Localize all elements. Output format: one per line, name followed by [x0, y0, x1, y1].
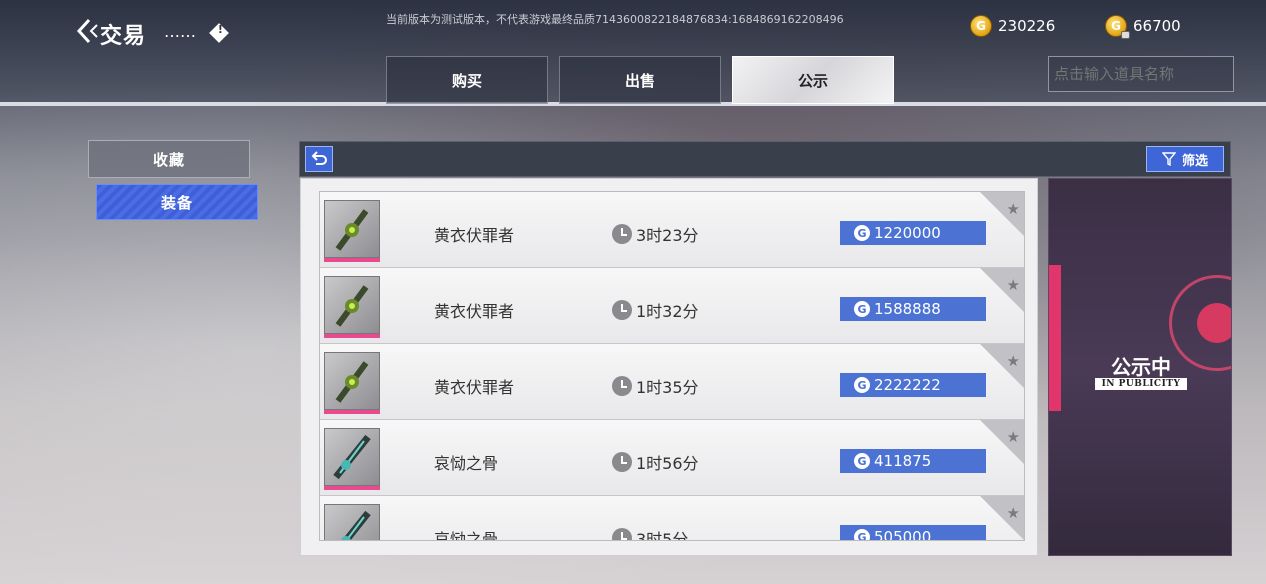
time-remaining: 1时32分 — [612, 298, 699, 322]
item-name: 哀恸之骨 — [434, 454, 499, 473]
sidebar-item-label: 收藏 — [152, 150, 185, 169]
return-button[interactable] — [305, 146, 333, 172]
publicity-panel: 公示中 IN PUBLICITY — [1048, 178, 1232, 556]
star-icon[interactable]: ★ — [1007, 276, 1020, 294]
time-remaining-value: 1时56分 — [636, 454, 699, 473]
clock-icon — [612, 452, 632, 472]
item-name: 黄衣伏罪者 — [434, 302, 515, 321]
item-name: 黄衣伏罪者 — [434, 226, 515, 245]
currency-secondary: G 66700 — [1105, 15, 1181, 39]
listing-row[interactable]: 哀恸之骨 1时56分 G 411875 ★ — [320, 420, 1024, 496]
price-value: 505000 — [874, 528, 932, 541]
clock-icon — [612, 300, 632, 320]
publicity-title: 公示中 — [1111, 355, 1171, 379]
sidebar-item-equipment[interactable]: 装备 — [96, 184, 258, 220]
tab-buy-label: 购买 — [451, 71, 482, 90]
locked-coin-icon: G — [1105, 15, 1130, 39]
page-title: 交易 — [100, 23, 147, 49]
search-input[interactable] — [1048, 56, 1234, 92]
item-thumbnail — [324, 428, 380, 486]
item-thumbnail — [324, 200, 380, 258]
item-thumbnail — [324, 276, 380, 334]
currency-primary-value: 230226 — [998, 17, 1056, 35]
currency-icon: G — [854, 301, 870, 317]
rarity-bar — [324, 486, 380, 490]
time-remaining: 1时35分 — [612, 374, 699, 398]
star-icon[interactable]: ★ — [1007, 428, 1020, 446]
star-icon[interactable]: ★ — [1007, 352, 1020, 370]
filter-button[interactable]: 筛选 — [1146, 146, 1224, 172]
tab-sell[interactable]: 出售 — [559, 56, 721, 104]
top-bar: 交易 …… 当前版本为测试版本，不代表游戏最终品质714360082218487… — [0, 0, 1266, 106]
price-tag: G 505000 — [840, 525, 986, 541]
item-thumbnail — [324, 352, 380, 410]
listing-row[interactable]: 哀恸之骨 3时5分 G 505000 ★ — [320, 496, 1024, 541]
currency-primary: G 230226 — [970, 15, 1055, 37]
filter-icon — [1161, 152, 1176, 166]
price-tag: G 1220000 — [840, 221, 986, 245]
listing-panel: 黄衣伏罪者 3时23分 G 1220000 ★ 黄衣伏罪者 1时32分 G 15… — [300, 178, 1038, 556]
time-remaining: 3时5分 — [612, 526, 689, 541]
tab-publicity[interactable]: 公示 — [732, 56, 894, 104]
filter-label: 筛选 — [1181, 153, 1208, 169]
version-note: 当前版本为测试版本，不代表游戏最终品质7143600822184876834:1… — [386, 13, 844, 26]
time-remaining-value: 3时23分 — [636, 226, 699, 245]
info-diamond-icon[interactable] — [209, 23, 229, 43]
time-remaining-value: 3时5分 — [636, 530, 689, 541]
listing-row[interactable]: 黄衣伏罪者 1时35分 G 2222222 ★ — [320, 344, 1024, 420]
price-tag: G 411875 — [840, 449, 986, 473]
star-icon[interactable]: ★ — [1007, 200, 1020, 218]
currency-icon: G — [854, 377, 870, 393]
price-tag: G 2222222 — [840, 373, 986, 397]
tab-sell-label: 出售 — [624, 71, 655, 90]
sidebar-item-label: 装备 — [160, 193, 193, 212]
star-icon[interactable]: ★ — [1007, 504, 1020, 522]
sword-icon — [333, 434, 371, 480]
currency-icon: G — [854, 225, 870, 241]
time-remaining: 1时56分 — [612, 450, 699, 474]
tab-buy[interactable]: 购买 — [386, 56, 548, 104]
target-dot-decoration — [1197, 303, 1231, 343]
item-name: 哀恸之骨 — [434, 530, 499, 541]
time-remaining: 3时23分 — [612, 222, 699, 246]
listing-row[interactable]: 黄衣伏罪者 1时32分 G 1588888 ★ — [320, 268, 1024, 344]
rarity-bar — [324, 258, 380, 262]
title-ornament: …… — [164, 22, 196, 41]
publicity-subtitle: IN PUBLICITY — [1095, 378, 1187, 390]
price-value: 2222222 — [874, 376, 941, 394]
time-remaining-value: 1时32分 — [636, 302, 699, 321]
price-value: 1588888 — [874, 300, 941, 318]
sword-icon — [341, 510, 371, 540]
rarity-bar — [324, 410, 380, 414]
rarity-bar — [324, 334, 380, 338]
list-header-bar — [299, 141, 1231, 177]
weapon-icon — [335, 361, 369, 403]
clock-icon — [612, 528, 632, 540]
currency-secondary-value: 66700 — [1133, 17, 1181, 35]
clock-icon — [612, 376, 632, 396]
sidebar-item-favorites[interactable]: 收藏 — [88, 140, 250, 178]
time-remaining-value: 1时35分 — [636, 378, 699, 397]
price-value: 1220000 — [874, 224, 941, 242]
tab-publicity-label: 公示 — [797, 71, 828, 90]
weapon-icon — [335, 285, 369, 327]
lock-icon — [1121, 31, 1130, 39]
item-thumbnail — [324, 504, 380, 540]
price-value: 411875 — [874, 452, 932, 470]
clock-icon — [612, 224, 632, 244]
weapon-icon — [335, 209, 369, 251]
pink-accent-strip — [1049, 265, 1061, 411]
listing-list[interactable]: 黄衣伏罪者 3时23分 G 1220000 ★ 黄衣伏罪者 1时32分 G 15… — [319, 191, 1025, 541]
currency-icon: G — [854, 529, 870, 540]
undo-icon — [311, 151, 327, 165]
item-name: 黄衣伏罪者 — [434, 378, 515, 397]
listing-row[interactable]: 黄衣伏罪者 3时23分 G 1220000 ★ — [320, 192, 1024, 268]
gold-coin-icon: G — [970, 15, 992, 37]
currency-icon: G — [854, 453, 870, 469]
price-tag: G 1588888 — [840, 297, 986, 321]
